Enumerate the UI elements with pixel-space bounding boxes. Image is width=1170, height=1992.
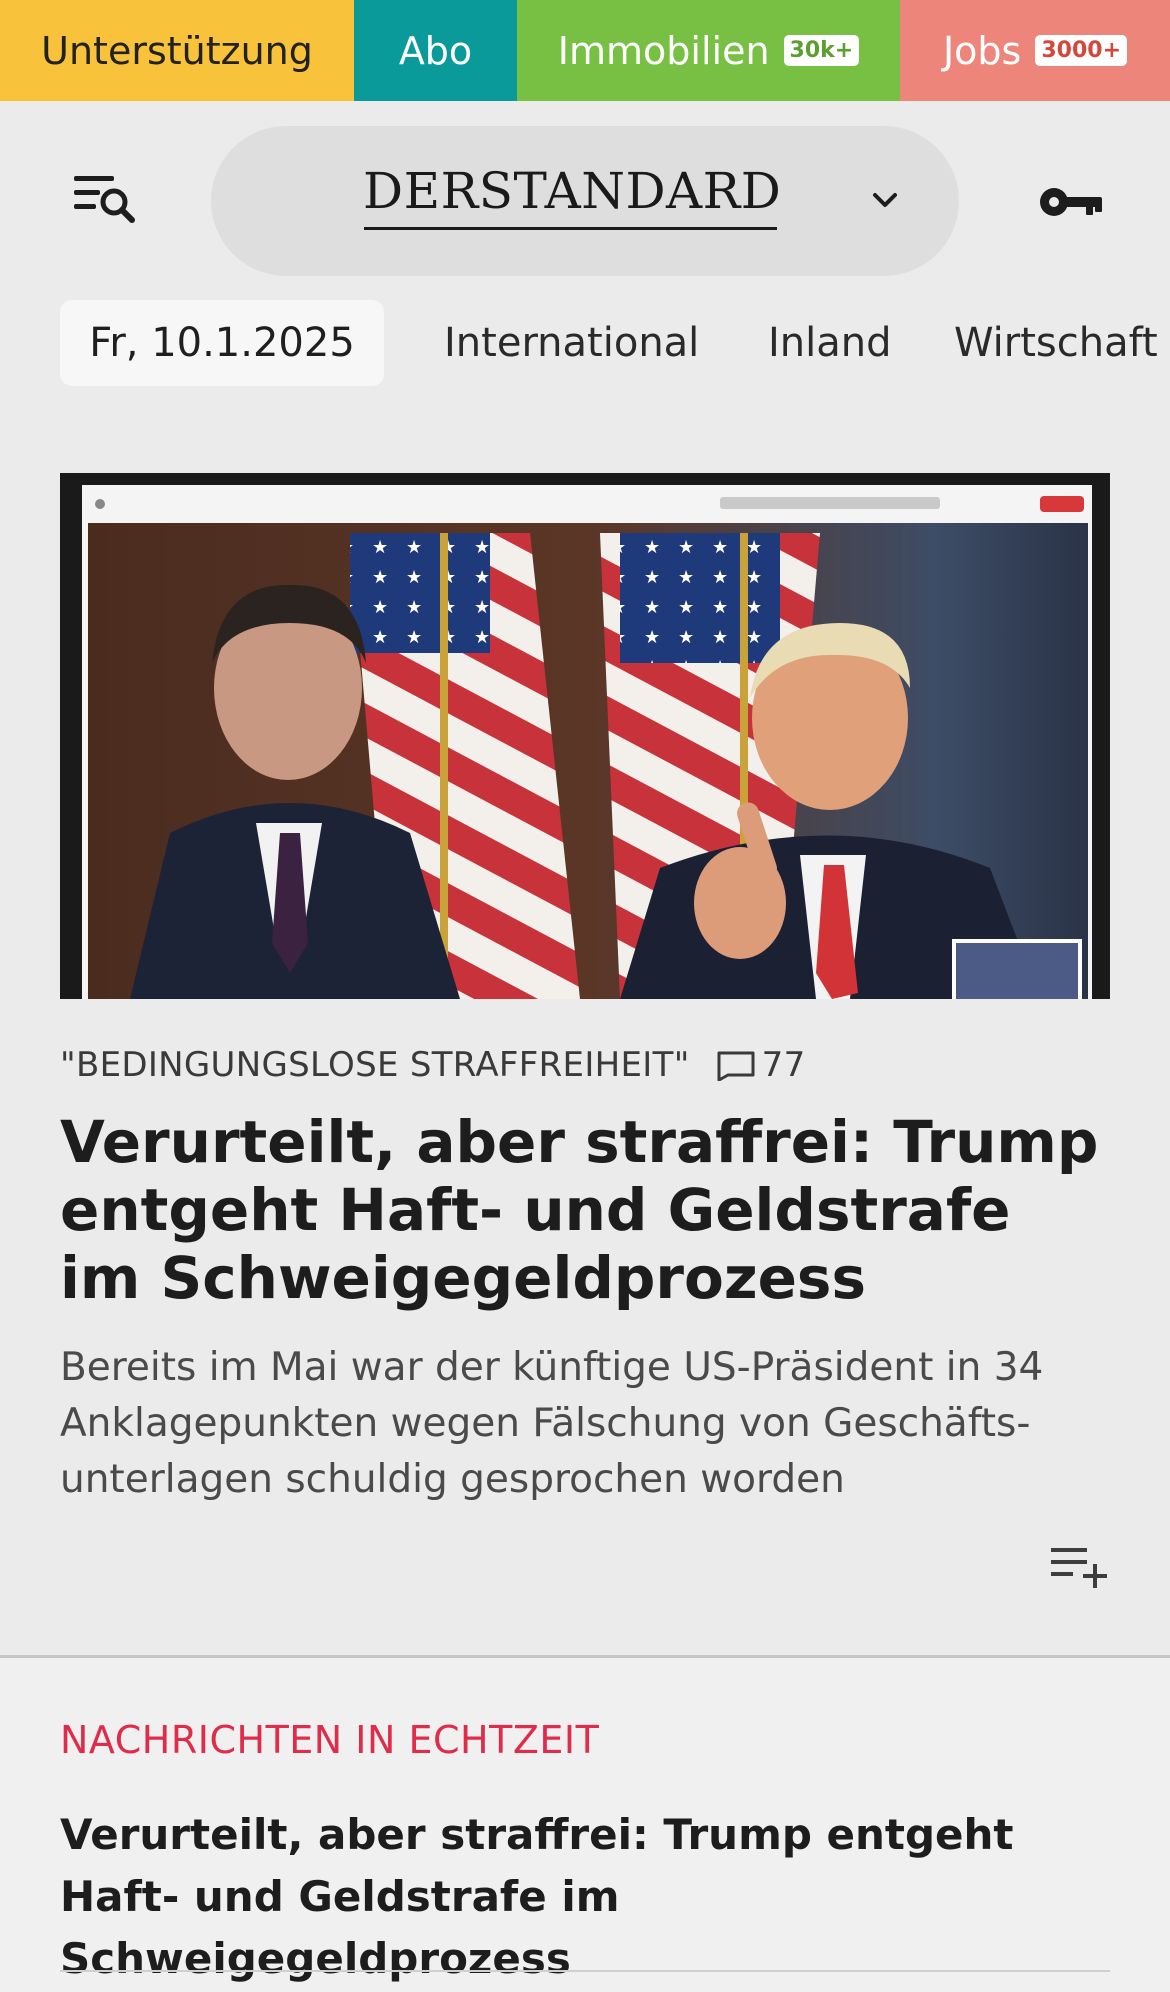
jobs-label: Jobs [942,28,1022,73]
hero-photo: ★ [60,473,1110,999]
key-icon [1040,188,1102,216]
jobs-link[interactable]: Jobs 3000+ [900,0,1170,101]
immobilien-label: Immobilien [557,28,770,73]
article-headline[interactable]: Verurteilt, aber straffrei: Trump entgeh… [60,1108,1110,1312]
section-nav: Fr, 10.1.2025 International Inland Wirts… [0,300,1170,387]
live-news-label: NACHRICHTEN IN ECHTZEIT [60,1718,600,1762]
logo-edition-selector[interactable]: DERSTANDARD [211,126,959,276]
support-label: Unterstützung [41,28,313,73]
date-chip: Fr, 10.1.2025 [60,300,384,386]
login-button[interactable] [1036,180,1106,224]
nav-item-wirtschaft[interactable]: Wirtschaft [954,300,1158,386]
abo-link[interactable]: Abo [354,0,517,101]
logo-underline [364,227,777,230]
menu-search-button[interactable] [68,172,144,232]
article-teaser: Bereits im Mai war der künftige US-Präsi… [60,1345,1044,1502]
jobs-count-badge: 3000+ [1035,35,1128,66]
article-kicker: "BEDINGUNGSLOSE STRAFFREIHEIT" 77 [60,1040,806,1090]
site-logo: DERSTANDARD [363,162,782,220]
chevron-down-icon [873,193,897,207]
live-news-headline[interactable]: Verurteilt, aber straffrei: Trump entgeh… [60,1804,1110,1990]
menu-search-icon [74,176,135,223]
support-link[interactable]: Unterstützung [0,0,354,101]
article-hero-image[interactable]: ★ [60,473,1110,999]
kicker-text: "BEDINGUNGSLOSE STRAFFREIHEIT" [60,1045,690,1085]
comments-link[interactable]: 77 [716,1045,806,1085]
immobilien-link[interactable]: Immobilien 30k+ [517,0,900,101]
live-news-section: NACHRICHTEN IN ECHTZEIT Verurteilt, aber… [0,1658,1170,1992]
nav-item-international[interactable]: International [444,300,699,386]
save-to-list-button[interactable] [1049,1544,1111,1590]
playlist-add-icon [1051,1548,1107,1588]
immobilien-count-badge: 30k+ [783,35,860,66]
comment-count: 77 [761,1045,806,1085]
comment-icon [717,1051,755,1081]
live-news-divider [60,1970,1110,1972]
top-service-bar: Unterstützung Abo Immobilien 30k+ Jobs 3… [0,0,1170,101]
abo-label: Abo [398,28,473,73]
nav-item-inland[interactable]: Inland [768,300,892,386]
